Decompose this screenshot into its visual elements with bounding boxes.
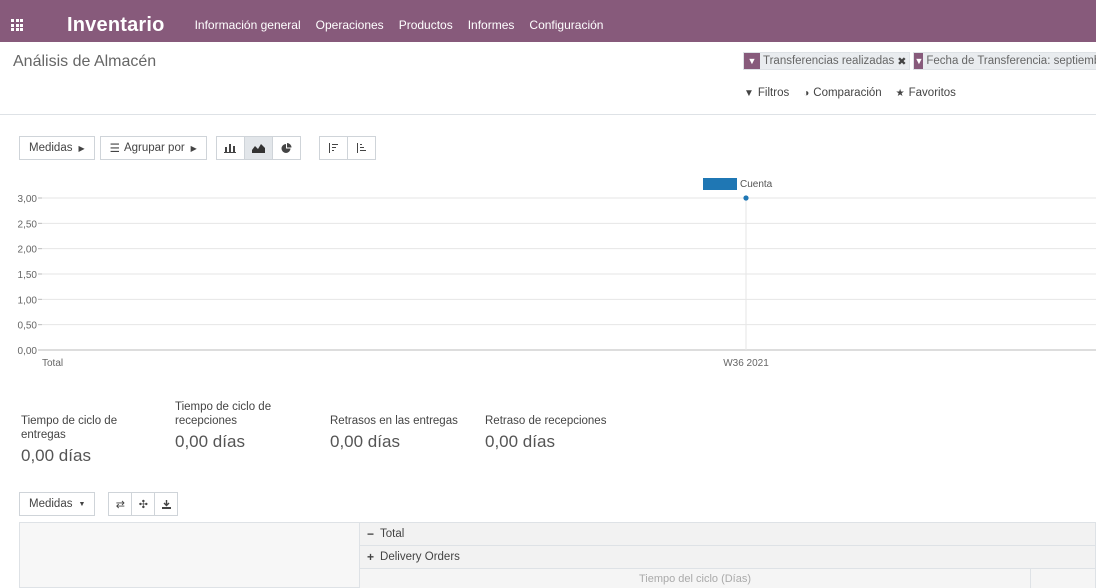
y-tick-label: 3,00: [18, 194, 38, 205]
line-chart-icon[interactable]: [243, 136, 273, 160]
pivot-header-label: Total: [380, 528, 405, 540]
facet-label: Fecha de Transferencia: septiembre 202: [926, 55, 1096, 67]
breadcrumb: Análisis de Almacén: [13, 53, 157, 70]
data-point: [743, 195, 749, 201]
sort-ascending-icon[interactable]: [346, 136, 376, 160]
y-tick-label: 1,50: [18, 270, 38, 281]
grid-icon: [11, 19, 23, 31]
kpi-label: Tiempo de ciclo de entregas: [21, 415, 118, 441]
pivot-measure-header[interactable]: Tiempo del ciclo (Días): [359, 568, 1031, 588]
search-facets: ▼ Transferencias realizadas ✖ ▼ Fecha de…: [743, 52, 1096, 70]
measures-label: Medidas: [29, 498, 73, 510]
kpi-label: Retraso de recepciones: [485, 415, 607, 427]
menu-informacion-general[interactable]: Información general: [195, 18, 301, 32]
sort-buttons: [318, 136, 376, 160]
app-title[interactable]: Inventario: [67, 14, 165, 37]
y-tick-label: 1,00: [18, 295, 38, 306]
x-tick-label: Total: [42, 358, 63, 369]
star-icon: ★: [895, 87, 905, 99]
search-facet[interactable]: ▼ Transferencias realizadas ✖: [743, 52, 911, 70]
group-by-label: Agrupar por: [123, 142, 185, 154]
y-tick-label: 2,50: [18, 219, 38, 230]
kpi-receipt-cycle-time[interactable]: Tiempo de ciclo de recepciones 0,00 días: [175, 400, 295, 452]
pivot-corner-cell: [19, 522, 360, 588]
filter-icon: ▼: [914, 53, 924, 69]
caret-right-icon: ▶: [190, 143, 197, 153]
facet-label: Transferencias realizadas: [763, 55, 895, 67]
group-by-dropdown[interactable]: ☰ Agrupar por ▶: [99, 136, 207, 160]
y-tick-label: 0,00: [18, 346, 38, 357]
kpi-value: 0,00 días: [175, 432, 245, 451]
bar-chart-icon[interactable]: [215, 136, 245, 160]
adjust-icon: ◑: [803, 87, 810, 99]
measures-label: Medidas: [29, 142, 73, 154]
kpi-label: Tiempo de ciclo de recepciones: [175, 401, 272, 427]
pie-chart-icon[interactable]: [271, 136, 301, 160]
menu-configuracion[interactable]: Configuración: [529, 18, 603, 32]
sort-descending-icon[interactable]: [318, 136, 348, 160]
x-tick-label: W36 2021: [723, 358, 769, 369]
close-icon[interactable]: ✖: [897, 55, 909, 68]
search-facet[interactable]: ▼ Fecha de Transferencia: septiembre 202: [913, 52, 1096, 70]
kpi-label: Retrasos en las entregas: [330, 415, 458, 427]
menu-productos[interactable]: Productos: [399, 18, 453, 32]
download-icon[interactable]: [154, 492, 179, 516]
filter-icon: ▼: [744, 87, 754, 99]
y-tick-label: 2,00: [18, 245, 38, 256]
pivot-header-total[interactable]: − Total: [359, 522, 1096, 546]
bars-icon: ☰: [109, 143, 120, 155]
pivot-table: − Total + Delivery Orders Tiempo del cic…: [19, 522, 1096, 588]
flip-axis-icon[interactable]: ⇄: [108, 492, 133, 516]
pivot-measures-dropdown[interactable]: Medidas ▼: [19, 492, 96, 516]
kpi-receipt-delay[interactable]: Retraso de recepciones 0,00 días: [485, 414, 625, 452]
filter-icon: ▼: [744, 53, 760, 69]
top-navbar: Inventario Información general Operacion…: [0, 0, 1096, 42]
filters-button[interactable]: ▼ Filtros: [744, 87, 789, 99]
measures-dropdown[interactable]: Medidas ▶: [19, 136, 95, 160]
caret-right-icon: ▶: [78, 143, 85, 153]
minus-icon: −: [367, 527, 375, 541]
kpi-value: 0,00 días: [330, 432, 400, 451]
plus-icon: +: [367, 550, 375, 564]
graph-toolbar: Medidas ▶ ☰ Agrupar por ▶: [19, 136, 390, 160]
kpi-value: 0,00 días: [21, 446, 91, 465]
menu-operaciones[interactable]: Operaciones: [316, 18, 384, 32]
favorites-label: Favoritos: [908, 87, 956, 99]
legend-swatch: [703, 178, 737, 190]
favorites-button[interactable]: ★ Favoritos: [896, 87, 956, 99]
pivot-measure-header-end: [1030, 568, 1096, 588]
y-tick-label: 0,50: [18, 321, 38, 332]
kpi-delivery-cycle-time[interactable]: Tiempo de ciclo de entregas 0,00 días: [21, 414, 161, 466]
menu-informes[interactable]: Informes: [468, 18, 515, 32]
comparison-label: Comparación: [813, 87, 882, 99]
comparison-button[interactable]: ◑ Comparación: [803, 87, 881, 99]
chart-type-switcher: [215, 136, 301, 160]
pivot-actions: ⇄ ✣: [108, 492, 179, 516]
search-options: ▼ Filtros ◑ Comparación ★ Favoritos: [744, 87, 970, 99]
divider: [0, 114, 1096, 115]
caret-down-icon: ▼: [78, 500, 86, 508]
filters-label: Filtros: [757, 87, 790, 99]
pivot-header-group[interactable]: + Delivery Orders: [359, 545, 1096, 569]
kpi-value: 0,00 días: [485, 432, 555, 451]
expand-all-icon[interactable]: ✣: [131, 492, 156, 516]
apps-menu-button[interactable]: [0, 8, 34, 42]
pivot-toolbar: Medidas ▼ ⇄ ✣: [19, 492, 179, 516]
legend-label: Cuenta: [740, 179, 773, 190]
pivot-header-label: Delivery Orders: [380, 551, 460, 563]
kpi-delivery-delay[interactable]: Retrasos en las entregas 0,00 días: [330, 414, 470, 452]
line-chart: 0,00 0,50 1,00 1,50 2,00 2,50 3,00 Total W36 202…: [18, 178, 1096, 369]
